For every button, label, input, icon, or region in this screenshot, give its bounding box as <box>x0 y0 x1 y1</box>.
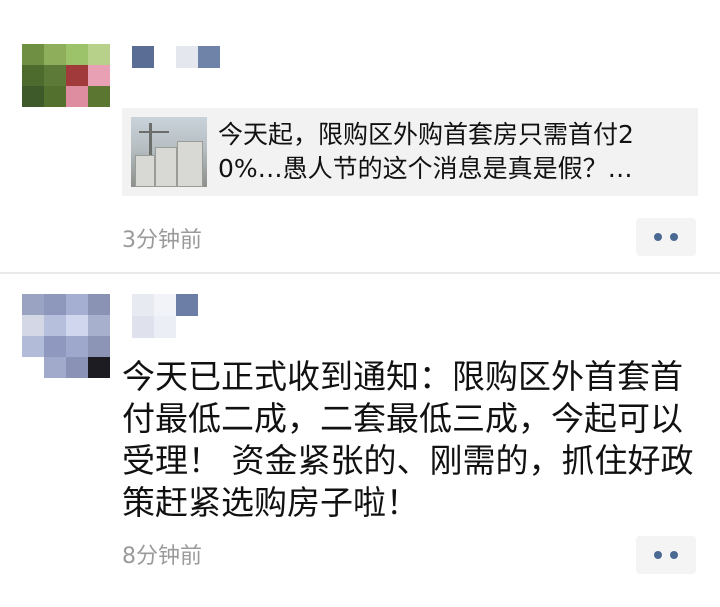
post-time: 3分钟前 <box>122 228 202 253</box>
user-name-shadow <box>132 316 176 338</box>
moment-post: 今天起，限购区外购首套房只需首付20%…愚人节的这个消息是真是假？… 3分钟前 <box>0 0 720 272</box>
avatar[interactable] <box>22 44 110 128</box>
more-dots-icon <box>654 551 662 559</box>
post-text: 今天已正式收到通知：限购区外首套首付最低二成，二套最低三成，今起可以受理！ 资金… <box>122 357 694 522</box>
shared-link-card[interactable]: 今天起，限购区外购首套房只需首付20%…愚人节的这个消息是真是假？… <box>122 108 698 196</box>
user-name[interactable] <box>132 294 198 316</box>
more-button[interactable] <box>636 218 696 256</box>
more-dots-icon <box>654 233 662 241</box>
moment-post: 今天已正式收到通知：限购区外首套首付最低二成，二套最低三成，今起可以受理！ 资金… <box>0 274 720 607</box>
post-time: 8分钟前 <box>122 544 202 569</box>
more-dots-icon <box>670 551 678 559</box>
more-button[interactable] <box>636 536 696 574</box>
shared-link-title: 今天起，限购区外购首套房只需首付20%…愚人节的这个消息是真是假？… <box>218 120 634 183</box>
avatar[interactable] <box>22 294 110 378</box>
more-dots-icon <box>670 233 678 241</box>
user-name[interactable] <box>132 46 220 68</box>
building-construction-thumbnail <box>131 117 207 187</box>
